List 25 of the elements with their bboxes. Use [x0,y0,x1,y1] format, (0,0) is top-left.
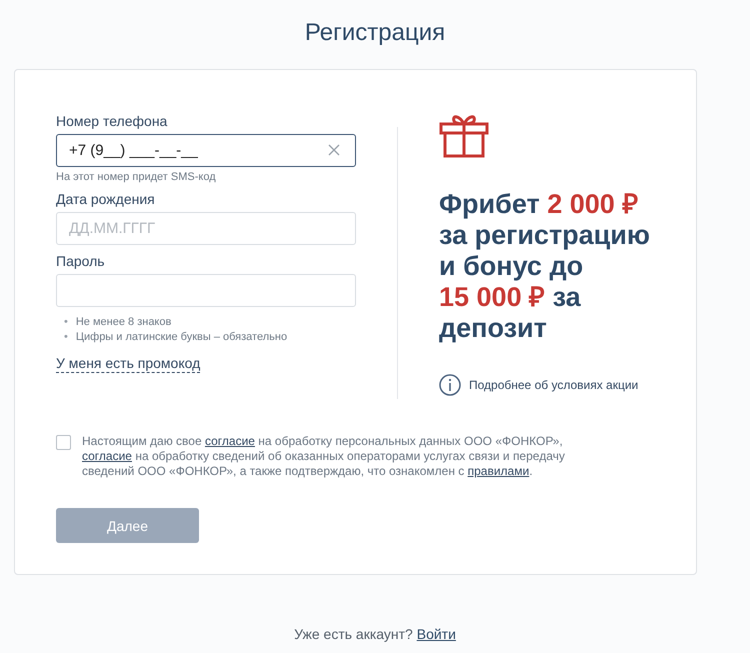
password-rule: Цифры и латинские буквы – обязательно [76,330,288,345]
bullet-mark: • [64,330,68,345]
consent-checkbox[interactable] [56,435,71,450]
promo-code-link[interactable]: У меня есть промокод [56,355,200,373]
consent-link[interactable]: согласие [82,449,132,463]
login-prompt: Уже есть аккаунт? Войти [294,626,456,642]
info-icon[interactable] [439,374,461,396]
clear-icon[interactable] [328,144,340,156]
password-field[interactable] [56,274,356,307]
page-title: Регистрация [304,18,446,48]
field-label: Номер телефона [56,113,168,129]
consent-text: Настоящим даю свое согласие на обработку персональных данных ООО «ФОНКОР», согласие на обработку сведений об оказанных операторами услугах связи и передачу сведений ООО «ФОНКОР», а также подтверждаю, что ознакомлен с правилами. [82,434,566,479]
consent-link[interactable]: правилами [468,464,530,478]
promo-headline: Фрибет 2 000 ₽ за регистрацию и бонус до 15 000 ₽ за депозит [439,189,650,344]
field-label: Дата рождения [56,191,155,207]
field-hint: На этот номер придет SMS-код [56,171,216,183]
consent-link[interactable]: согласие [204,434,255,448]
password-rule: Не менее 8 знаков [76,315,172,330]
phone-field[interactable]: +7 (9__) ___-__-__ [56,134,356,167]
field-label: Пароль [56,253,105,269]
bullet-mark: • [64,315,68,330]
login-link[interactable]: Войти [416,626,456,642]
promo-details-link[interactable]: Подробнее об условиях акции [469,378,638,392]
gift-icon [439,113,489,158]
date-field[interactable]: ДД.ММ.ГГГГ [56,212,356,245]
